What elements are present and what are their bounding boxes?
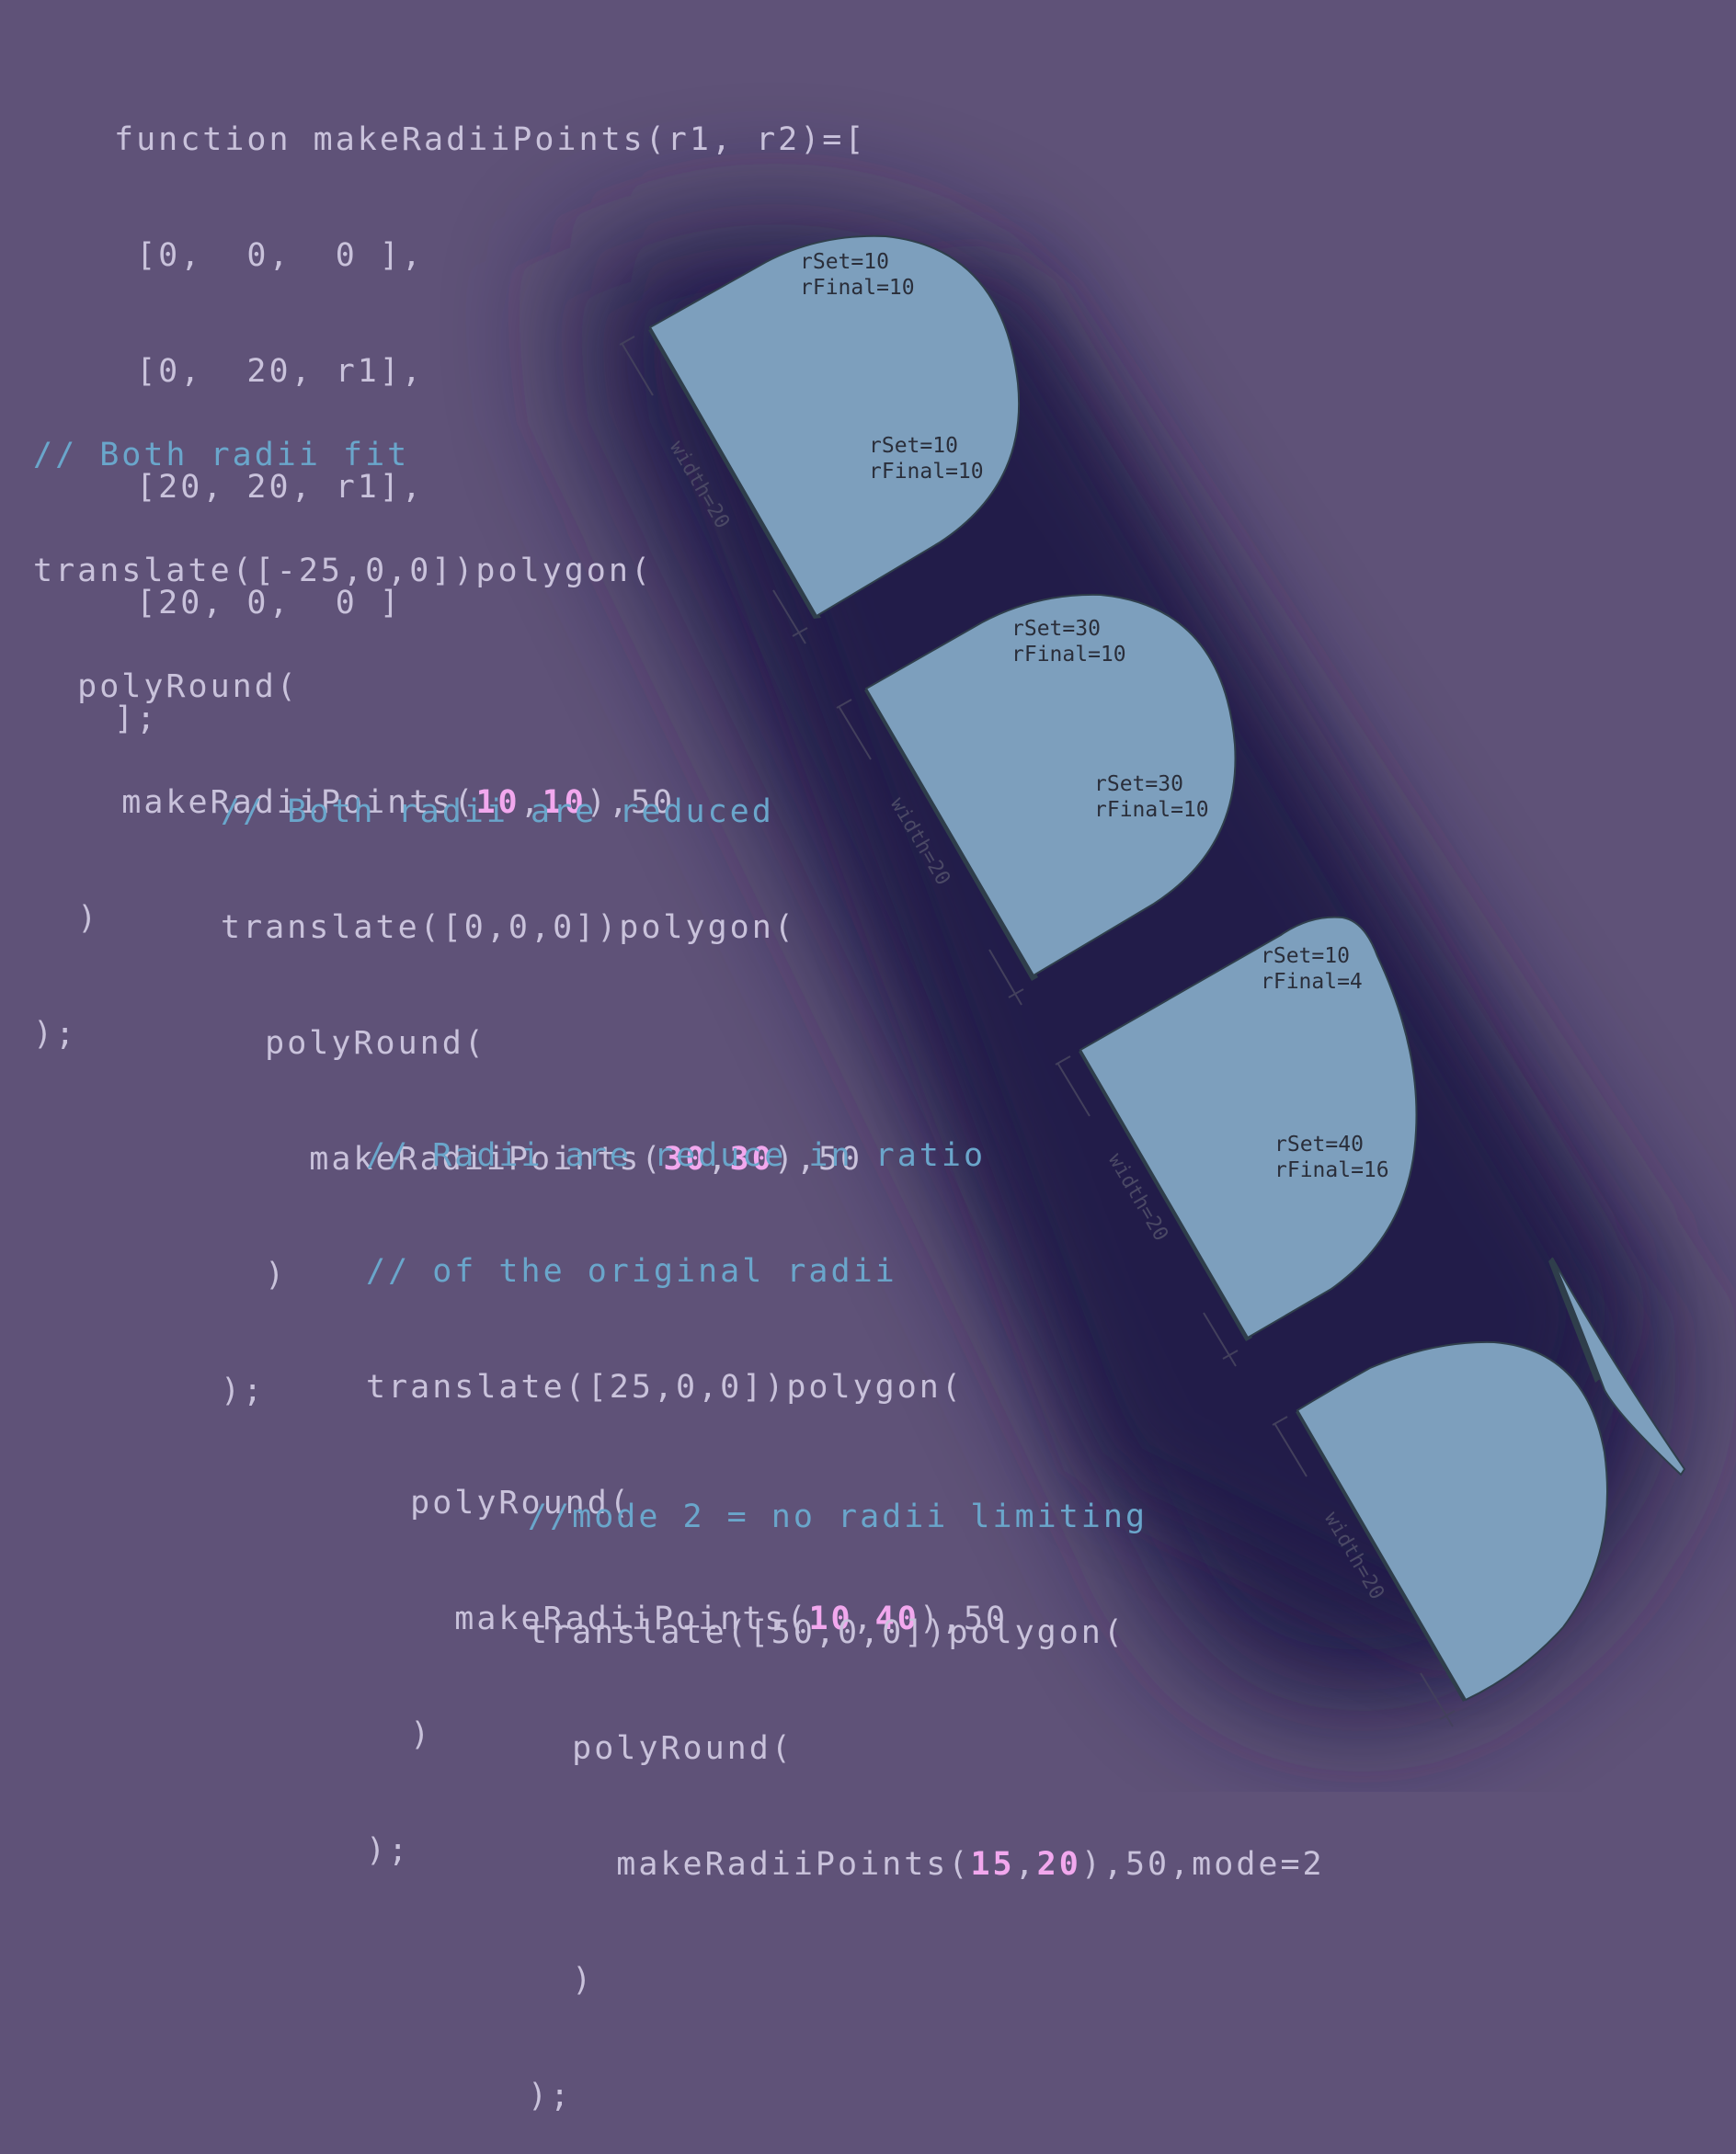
code-comment: // Both radii are reduced	[221, 793, 774, 830]
code-call-line: makeRadiiPoints(15,20),50,mode=2	[528, 1846, 1325, 1883]
code-line: translate([-25,0,0])polygon(	[33, 553, 654, 589]
code-line: translate([25,0,0])polygon(	[366, 1369, 964, 1406]
code-line: [0, 0, 0 ],	[114, 237, 425, 274]
code-line: translate([0,0,0])polygon(	[221, 909, 796, 946]
code-line: polyRound(	[528, 1730, 794, 1767]
code-line: polyRound(	[221, 1025, 486, 1062]
code-comment: // Radii are reduce in ratio	[366, 1137, 987, 1174]
code-comment: // Both radii fit	[33, 437, 410, 473]
radius-1-value: 15	[970, 1846, 1015, 1883]
code-example-4: //mode 2 = no radii limiting translate([…	[528, 1420, 1325, 2154]
radius-2-value: 20	[1036, 1846, 1081, 1883]
code-comment: //mode 2 = no radii limiting	[528, 1499, 1148, 1535]
code-comment: // of the original radii	[366, 1253, 897, 1290]
code-line: )	[528, 1962, 595, 1999]
code-line: translate([50,0,0])polygon(	[528, 1614, 1125, 1651]
code-line: );	[528, 2078, 573, 2114]
code-line: polyRound(	[33, 668, 299, 705]
code-line: function makeRadiiPoints(r1, r2)=[	[114, 121, 867, 158]
